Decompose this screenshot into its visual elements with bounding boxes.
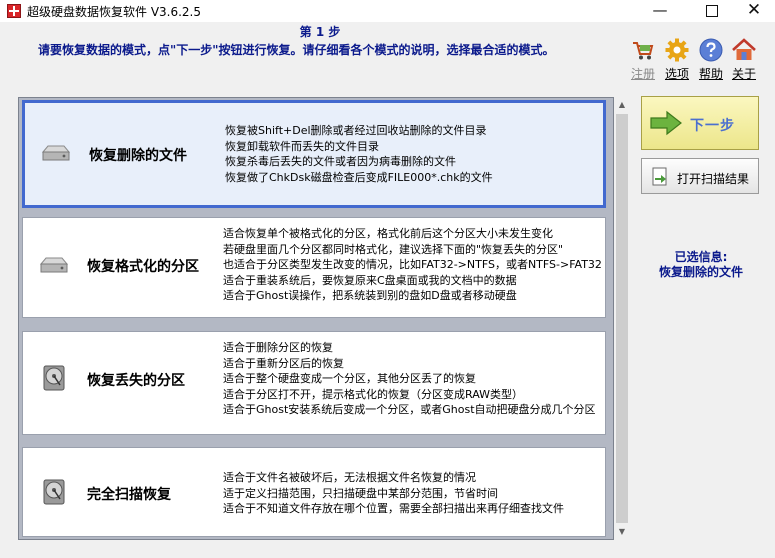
options-label: 选项	[664, 67, 689, 81]
mode-recover-lost-partition[interactable]: 恢复丢失的分区 适合于删除分区的恢复 适合于重新分区后的恢复 适合于整个硬盘变成…	[22, 331, 606, 435]
description-line: 适合于整个硬盘变成一个分区，其他分区丢了的恢复	[223, 372, 476, 386]
help-icon	[699, 38, 723, 62]
description-line: 适于定义扫描范围，只扫描硬盘中某部分范围，节省时间	[223, 486, 498, 500]
close-button[interactable]: ✕	[731, 0, 775, 22]
description-line: 恢复做了ChkDsk磁盘检查后变成FILE000*.chk的文件	[225, 170, 493, 184]
app-icon	[7, 4, 21, 18]
description-line: 恢复卸载软件而丢失的文件目录	[225, 139, 379, 153]
minimize-icon: —	[652, 1, 668, 19]
description-line: 若硬盘里面几个分区都同时格式化，建议选择下面的"恢复丢失的分区"	[223, 242, 564, 256]
maximize-icon	[706, 5, 718, 17]
cart-icon	[631, 38, 655, 62]
hard-disk-icon	[41, 142, 71, 164]
register-label: 注册	[630, 67, 655, 81]
options-button[interactable]: 选项	[659, 38, 695, 82]
next-step-label: 下一步	[690, 118, 735, 134]
mode-full-scan-recovery[interactable]: 完全扫描恢复 适合于文件名被破坏后，无法根据文件名恢复的情况 适于定义扫描范围，…	[22, 447, 606, 537]
about-label: 关于	[731, 67, 756, 81]
disk-platter-icon	[39, 364, 69, 392]
title-bar: 超级硬盘数据恢复软件 V3.6.2.5 — ✕	[0, 0, 775, 22]
description-line: 适合于重装系统后，要恢复原来C盘桌面或我的文档中的数据	[223, 273, 517, 287]
about-button[interactable]: 关于	[726, 38, 762, 82]
description-line: 恢复杀毒后丢失的文件或者因为病毒删除的文件	[225, 155, 456, 169]
register-button[interactable]: 注册	[625, 38, 661, 82]
description-line: 适合于分区打不开，提示格式化的恢复（分区变成RAW类型）	[223, 387, 523, 401]
open-scan-results-label: 打开扫描结果	[677, 172, 750, 186]
window-title: 超级硬盘数据恢复软件 V3.6.2.5	[27, 5, 202, 19]
mode-recover-deleted-files[interactable]: 恢复删除的文件 恢复被Shift+Del删除或者经过回收站删除的文件目录 恢复卸…	[22, 100, 606, 208]
home-icon	[732, 38, 756, 62]
mode-name: 恢复格式化的分区	[87, 259, 199, 275]
mode-recover-formatted-partition[interactable]: 恢复格式化的分区 适合恢复单个被格式化的分区，格式化前后这个分区大小未发生变化 …	[22, 217, 606, 318]
description-line: 适合于Ghost误操作，把系统装到别的盘如D盘或者移动硬盘	[223, 289, 517, 303]
help-label: 帮助	[698, 67, 723, 81]
scroll-thumb[interactable]	[616, 114, 628, 523]
arrow-right-icon	[649, 110, 683, 136]
description-line: 恢复被Shift+Del删除或者经过回收站删除的文件目录	[225, 124, 487, 137]
description-line: 适合恢复单个被格式化的分区，格式化前后这个分区大小未发生变化	[223, 227, 553, 240]
gear-icon	[665, 38, 689, 62]
selection-info-value: 恢复删除的文件	[658, 265, 743, 279]
mode-description: 恢复被Shift+Del删除或者经过回收站删除的文件目录 恢复卸载软件而丢失的文…	[225, 123, 603, 185]
help-button[interactable]: 帮助	[693, 38, 729, 82]
description-line: 适合于删除分区的恢复	[223, 341, 333, 354]
disk-platter-icon	[39, 478, 69, 506]
mode-description: 适合于文件名被破坏后，无法根据文件名恢复的情况 适于定义扫描范围，只扫描硬盘中某…	[223, 470, 605, 517]
hard-disk-icon	[39, 254, 69, 276]
next-step-button[interactable]: 下一步	[641, 96, 759, 150]
mode-name: 恢复丢失的分区	[87, 373, 185, 389]
mode-name: 恢复删除的文件	[89, 148, 187, 164]
open-file-icon	[650, 167, 670, 187]
close-icon: ✕	[746, 0, 762, 20]
description-line: 适合于Ghost安装系统后变成一个分区，或者Ghost自动把硬盘分成几个分区	[223, 403, 596, 417]
scroll-down-icon[interactable]: ▼	[614, 524, 630, 540]
recovery-mode-list: 恢复删除的文件 恢复被Shift+Del删除或者经过回收站删除的文件目录 恢复卸…	[18, 97, 614, 540]
scroll-up-icon[interactable]: ▲	[614, 97, 630, 113]
vertical-scrollbar[interactable]: ▲ ▼	[614, 97, 630, 540]
step-title: 第 1 步	[299, 25, 341, 39]
mode-name: 完全扫描恢复	[87, 487, 171, 503]
open-scan-results-button[interactable]: 打开扫描结果	[641, 158, 759, 194]
instruction-text: 请要恢复数据的模式，点"下一步"按钮进行恢复。请仔细看各个模式的说明，选择最合适…	[38, 43, 555, 57]
description-line: 也适合于分区类型发生改变的情况，比如FAT32->NTFS，或者NTFS->FA…	[223, 258, 602, 272]
description-line: 适合于重新分区后的恢复	[223, 356, 344, 370]
maximize-button[interactable]	[689, 0, 735, 22]
description-line: 适合于不知道文件存放在哪个位置，需要全部扫描出来再仔细查找文件	[223, 502, 564, 516]
mode-description: 适合于删除分区的恢复 适合于重新分区后的恢复 适合于整个硬盘变成一个分区，其他分…	[223, 340, 605, 418]
description-line: 适合于文件名被破坏后，无法根据文件名恢复的情况	[223, 471, 476, 484]
mode-description: 适合恢复单个被格式化的分区，格式化前后这个分区大小未发生变化 若硬盘里面几个分区…	[223, 226, 605, 304]
minimize-button[interactable]: —	[637, 0, 683, 22]
